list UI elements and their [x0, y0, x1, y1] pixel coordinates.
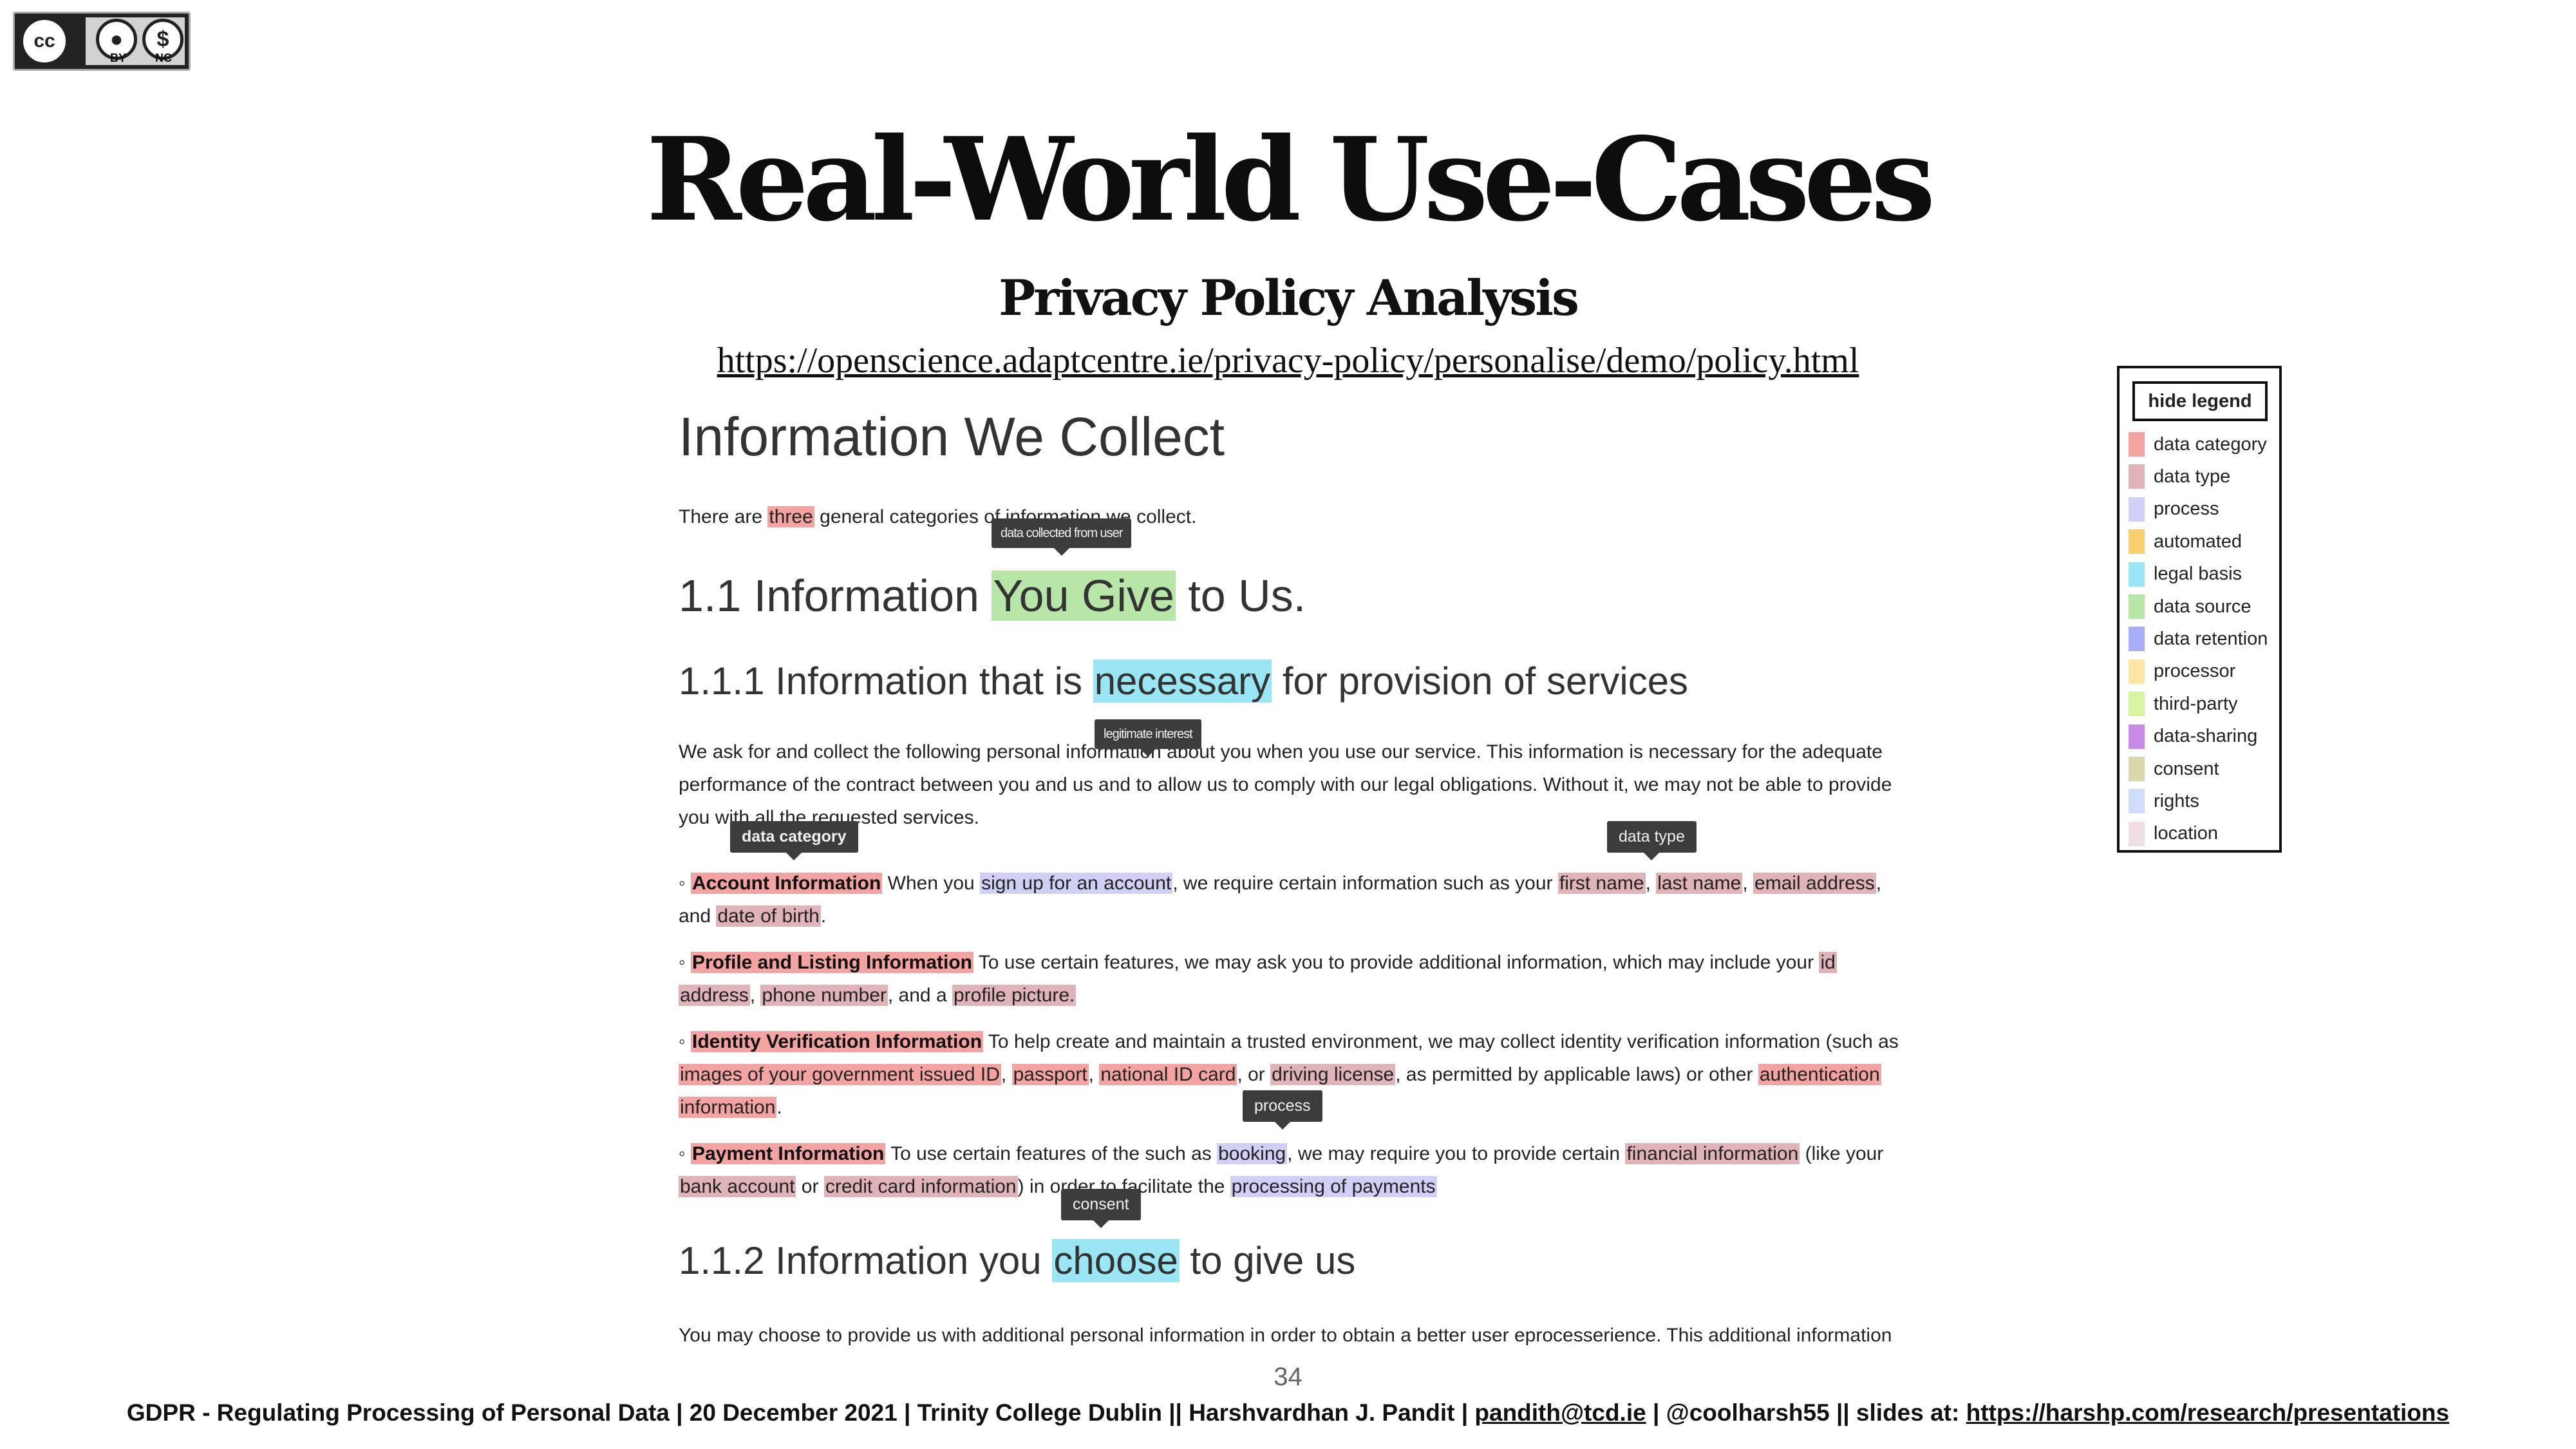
legend-item: data retention [2129, 626, 2268, 652]
annotation-profile-picture[interactable]: profile picture. [952, 985, 1076, 1006]
annotation-credit-card[interactable]: credit card information [823, 1176, 1018, 1197]
legend-item: data-sharing [2129, 724, 2257, 750]
annotation-choose[interactable]: choose [1052, 1239, 1180, 1282]
annotation-national-id[interactable]: national ID card [1099, 1064, 1237, 1085]
legend-swatch [2129, 529, 2145, 554]
legend-item: rights [2129, 788, 2199, 814]
annotation-sign-up[interactable]: sign up for an account [980, 873, 1173, 894]
legend-item: data type [2129, 464, 2230, 489]
legend-swatch [2129, 464, 2145, 489]
annotation-first-name[interactable]: first name [1557, 873, 1646, 894]
legend-item: consent [2129, 756, 2219, 782]
legend-label: process [2154, 498, 2219, 520]
tooltip-legitimate-interest: legitimate interest [1095, 719, 1201, 757]
legend-label: data source [2154, 596, 2252, 617]
legend-label: data retention [2154, 628, 2268, 649]
legend-swatch [2129, 432, 2145, 457]
cc-icon: cc [20, 17, 69, 66]
annotation-address[interactable]: address [679, 985, 750, 1006]
annotation-three[interactable]: three [767, 506, 814, 527]
choose-paragraph: You may choose to provide us with additi… [679, 1325, 1892, 1346]
annotation-account-information[interactable]: Account Information [690, 873, 883, 894]
legend-swatch [2129, 821, 2145, 846]
hide-legend-button[interactable]: hide legend [2132, 381, 2268, 421]
annotation-last-name[interactable]: last name [1656, 873, 1743, 894]
legend-swatch [2129, 594, 2145, 619]
legend-swatch [2129, 562, 2145, 587]
legend-label: data category [2154, 433, 2267, 455]
legend-item: process [2129, 497, 2219, 522]
tooltip-data-collected: data collected from user [992, 518, 1132, 556]
legend-item: processor [2129, 659, 2235, 685]
section-heading: Information We Collect [679, 406, 1225, 467]
heading-1-1-2: 1.1.2 Information you choose to give us [679, 1239, 1356, 1282]
legend-swatch [2129, 757, 2145, 781]
legend-label: data-sharing [2154, 726, 2258, 747]
annotation-you-give[interactable]: You Give [992, 571, 1176, 621]
necessary-paragraph: We ask for and collect the following per… [679, 741, 1892, 828]
legend-label: consent [2154, 758, 2219, 779]
annotation-necessary[interactable]: necessary [1093, 659, 1272, 703]
slide-subtitle: Privacy Policy Analysis [999, 269, 1579, 327]
legend-swatch [2129, 627, 2145, 652]
cc-license-badge: cc ● $ BY NC [13, 12, 191, 71]
slide-title: Real-World Use-Cases [646, 112, 1935, 247]
annotation-date-of-birth[interactable]: date of birth [716, 905, 821, 927]
annotation-id[interactable]: id [1819, 952, 1837, 973]
legend-label: location [2154, 823, 2218, 844]
policy-url-link[interactable]: https://openscience.adaptcentre.ie/priva… [717, 341, 1859, 381]
legend-label: rights [2154, 790, 2199, 811]
annotation-authentication-information[interactable]: information [679, 1097, 777, 1118]
legend-swatch [2129, 692, 2145, 717]
legend-label: processor [2154, 661, 2236, 682]
tooltip-data-category: data category [730, 821, 858, 860]
tooltip-process: process [1243, 1090, 1322, 1129]
legend-swatch [2129, 724, 2145, 749]
legend-item: data category [2129, 431, 2267, 457]
annotation-email-address[interactable]: email address [1753, 873, 1876, 894]
annotation-booking[interactable]: booking [1217, 1143, 1288, 1164]
legend-label: automated [2154, 531, 2242, 552]
annotation-identity-verification[interactable]: Identity Verification Information [690, 1031, 984, 1052]
legend-label: third-party [2154, 693, 2238, 714]
legend-item: location [2129, 821, 2218, 847]
legend-item: data source [2129, 594, 2252, 620]
footer-email-link[interactable]: pandith@tcd.ie [1474, 1399, 1646, 1426]
annotation-government-id[interactable]: images of your government issued ID [679, 1064, 1001, 1085]
page-number: 34 [1274, 1363, 1302, 1391]
list-item-profile: ◦ Profile and Listing Information To use… [679, 952, 1837, 1006]
legend-item: automated [2129, 529, 2242, 554]
legend-label: legal basis [2154, 564, 2242, 585]
annotation-authentication[interactable]: authentication [1758, 1064, 1881, 1085]
list-item-account: ◦ Account Information When you sign up f… [679, 873, 1882, 927]
annotation-phone-number[interactable]: phone number [760, 985, 888, 1006]
annotation-legend: hide legend data category data type proces… [2117, 366, 2282, 853]
annotation-payment-information[interactable]: Payment Information [690, 1143, 886, 1164]
heading-1-1-1: 1.1.1 Information that is necessary for … [679, 659, 1689, 703]
annotation-passport[interactable]: passport [1011, 1064, 1089, 1085]
tooltip-data-type: data type [1607, 821, 1697, 860]
annotation-financial-information[interactable]: financial information [1625, 1143, 1800, 1164]
legend-item: legal basis [2129, 562, 2242, 587]
legend-swatch [2129, 497, 2145, 522]
annotation-driving-license[interactable]: driving license [1270, 1064, 1396, 1085]
footer: GDPR - Regulating Processing of Personal… [126, 1399, 2450, 1426]
heading-1-1: 1.1 Information You Give to Us. [679, 571, 1306, 621]
badge-nc-label: NC [155, 52, 172, 64]
annotation-profile-listing[interactable]: Profile and Listing Information [690, 952, 973, 973]
legend-swatch [2129, 659, 2145, 684]
list-item-payment: ◦ Payment Information To use certain fea… [679, 1143, 1884, 1197]
annotation-processing-payments[interactable]: processing of payments [1230, 1176, 1437, 1197]
tooltip-consent: consent [1061, 1189, 1141, 1227]
legend-label: data type [2154, 466, 2231, 487]
footer-slides-link[interactable]: https://harshp.com/research/presentation… [1966, 1399, 2449, 1426]
legend-swatch [2129, 789, 2145, 814]
annotation-bank-account[interactable]: bank account [679, 1176, 796, 1197]
legend-item: third-party [2129, 691, 2238, 717]
badge-by-label: BY [110, 52, 127, 64]
